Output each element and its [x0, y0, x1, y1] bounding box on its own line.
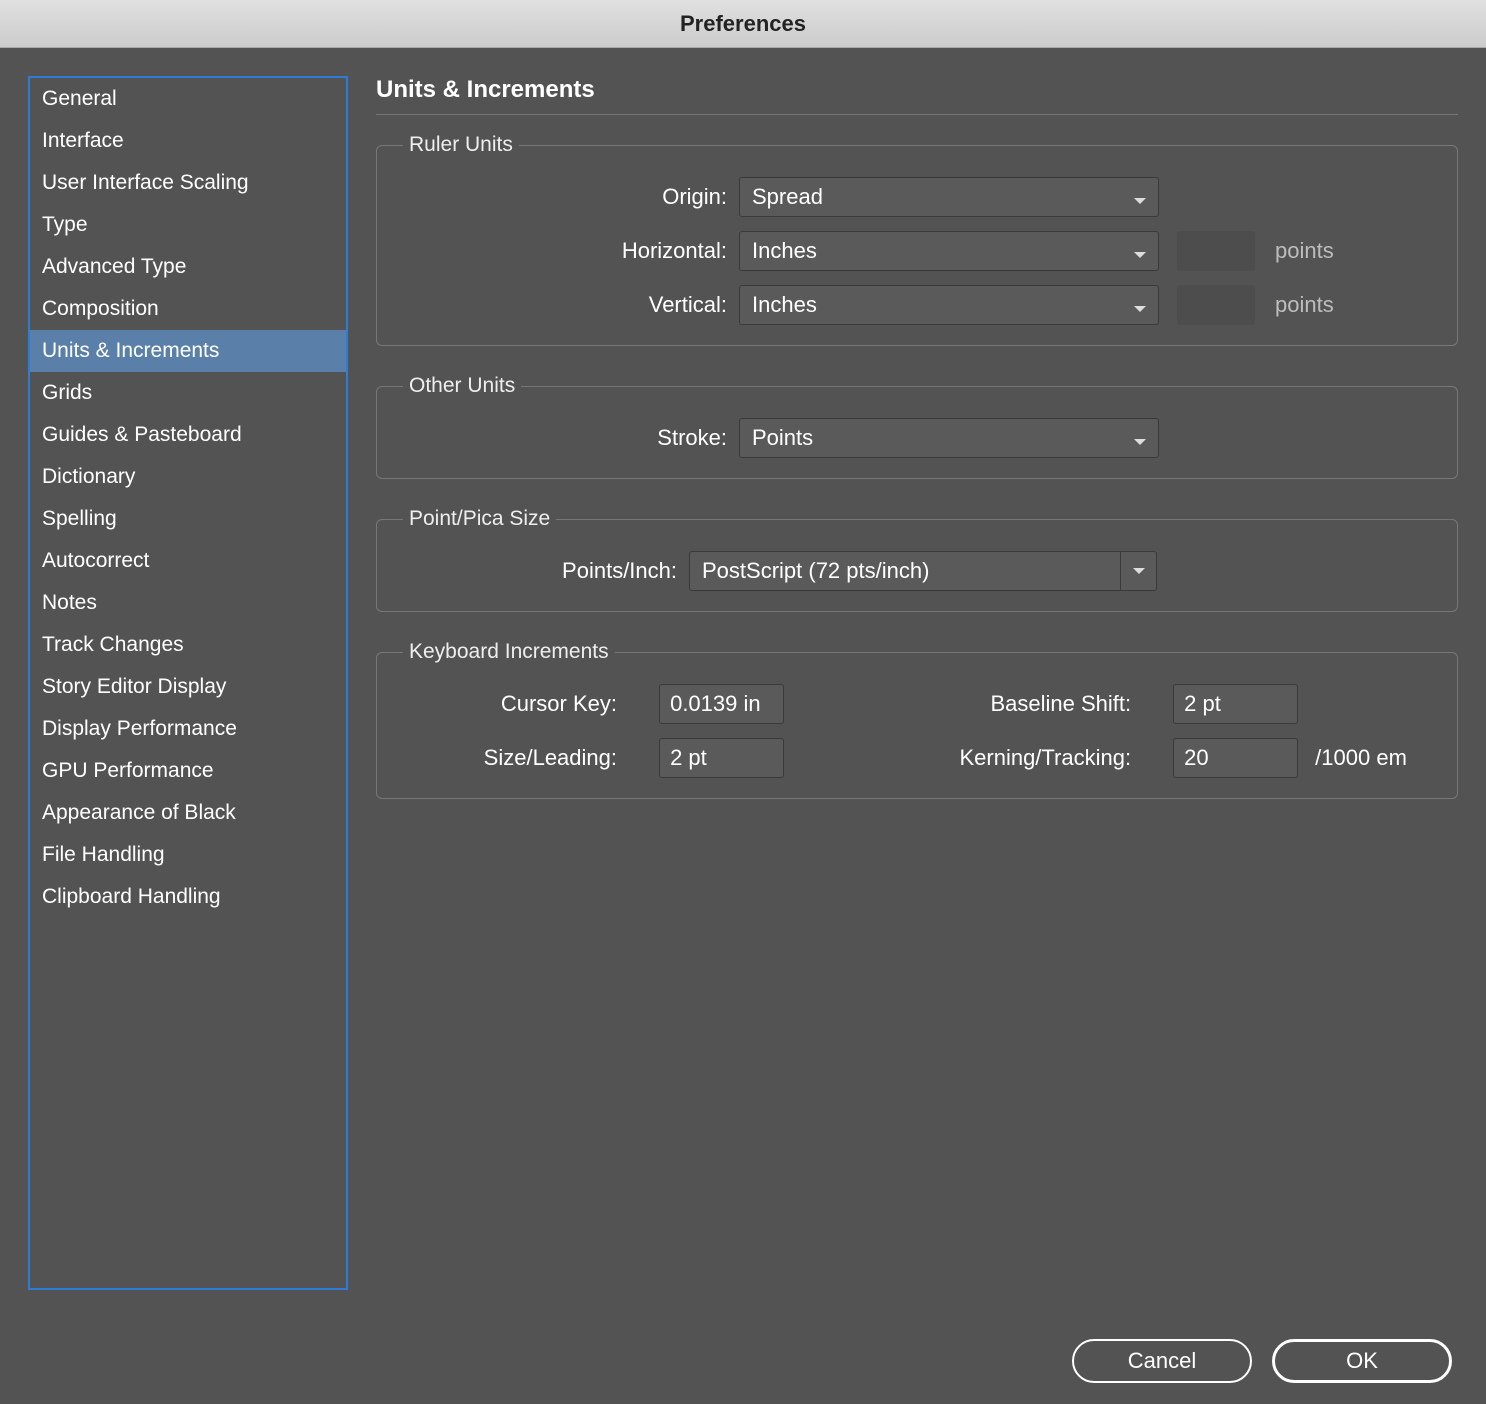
- sidebar-item-user-interface-scaling[interactable]: User Interface Scaling: [30, 162, 346, 204]
- group-point-pica: Point/Pica Size Points/Inch: PostScript …: [376, 507, 1458, 612]
- label-size-leading: Size/Leading:: [397, 745, 617, 771]
- label-cursor-key: Cursor Key:: [397, 691, 617, 717]
- sidebar-item-story-editor-display[interactable]: Story Editor Display: [30, 666, 346, 708]
- group-legend-ruler-units: Ruler Units: [403, 133, 519, 157]
- input-cursor-key[interactable]: [659, 684, 784, 724]
- group-legend-other-units: Other Units: [403, 374, 521, 398]
- window-titlebar: Preferences: [0, 0, 1486, 48]
- select-vertical-value: Inches: [752, 292, 817, 318]
- combo-points-inch[interactable]: PostScript (72 pts/inch): [689, 551, 1157, 591]
- select-stroke[interactable]: Points: [739, 418, 1159, 458]
- select-origin[interactable]: Spread: [739, 177, 1159, 217]
- chevron-down-icon: [1132, 243, 1148, 259]
- label-vertical: Vertical:: [397, 292, 727, 318]
- label-kerning-suffix: /1000 em: [1315, 745, 1437, 771]
- label-stroke: Stroke:: [397, 425, 727, 451]
- sidebar-item-track-changes[interactable]: Track Changes: [30, 624, 346, 666]
- preferences-sidebar: GeneralInterfaceUser Interface ScalingTy…: [28, 76, 348, 1290]
- chevron-down-icon: [1132, 189, 1148, 205]
- chevron-down-icon: [1132, 297, 1148, 313]
- label-kerning-tracking: Kerning/Tracking:: [851, 745, 1131, 771]
- sidebar-item-appearance-of-black[interactable]: Appearance of Black: [30, 792, 346, 834]
- select-origin-value: Spread: [752, 184, 823, 210]
- select-vertical[interactable]: Inches: [739, 285, 1159, 325]
- input-baseline-shift[interactable]: [1173, 684, 1298, 724]
- chevron-down-icon: [1132, 430, 1148, 446]
- label-horizontal-suffix: points: [1275, 238, 1334, 264]
- group-ruler-units: Ruler Units Origin: Spread Horizontal: I…: [376, 133, 1458, 346]
- input-kerning-tracking[interactable]: [1173, 738, 1298, 778]
- sidebar-item-notes[interactable]: Notes: [30, 582, 346, 624]
- select-stroke-value: Points: [752, 425, 813, 451]
- sidebar-item-gpu-performance[interactable]: GPU Performance: [30, 750, 346, 792]
- sidebar-item-grids[interactable]: Grids: [30, 372, 346, 414]
- ok-button[interactable]: OK: [1272, 1339, 1452, 1383]
- sidebar-item-advanced-type[interactable]: Advanced Type: [30, 246, 346, 288]
- cancel-button[interactable]: Cancel: [1072, 1339, 1252, 1383]
- sidebar-item-general[interactable]: General: [30, 78, 346, 120]
- sidebar-item-display-performance[interactable]: Display Performance: [30, 708, 346, 750]
- sidebar-item-guides-pasteboard[interactable]: Guides & Pasteboard: [30, 414, 346, 456]
- sidebar-item-dictionary[interactable]: Dictionary: [30, 456, 346, 498]
- select-horizontal-value: Inches: [752, 238, 817, 264]
- sidebar-item-spelling[interactable]: Spelling: [30, 498, 346, 540]
- input-horizontal-points[interactable]: [1177, 231, 1255, 271]
- sidebar-item-autocorrect[interactable]: Autocorrect: [30, 540, 346, 582]
- sidebar-item-clipboard-handling[interactable]: Clipboard Handling: [30, 876, 346, 918]
- group-legend-point-pica: Point/Pica Size: [403, 507, 556, 531]
- dialog-footer: Cancel OK: [0, 1318, 1486, 1404]
- chevron-down-icon: [1121, 551, 1157, 591]
- label-vertical-suffix: points: [1275, 292, 1334, 318]
- group-keyboard-increments: Keyboard Increments Cursor Key: Baseline…: [376, 640, 1458, 799]
- select-horizontal[interactable]: Inches: [739, 231, 1159, 271]
- label-origin: Origin:: [397, 184, 727, 210]
- page-title: Units & Increments: [376, 76, 1458, 115]
- sidebar-item-composition[interactable]: Composition: [30, 288, 346, 330]
- main-panel: Units & Increments Ruler Units Origin: S…: [376, 76, 1458, 1290]
- sidebar-item-units-increments[interactable]: Units & Increments: [30, 330, 346, 372]
- input-size-leading[interactable]: [659, 738, 784, 778]
- label-points-inch: Points/Inch:: [397, 558, 677, 584]
- group-other-units: Other Units Stroke: Points: [376, 374, 1458, 479]
- sidebar-item-interface[interactable]: Interface: [30, 120, 346, 162]
- label-horizontal: Horizontal:: [397, 238, 727, 264]
- sidebar-item-file-handling[interactable]: File Handling: [30, 834, 346, 876]
- input-vertical-points[interactable]: [1177, 285, 1255, 325]
- label-baseline-shift: Baseline Shift:: [851, 691, 1131, 717]
- window-title: Preferences: [680, 11, 806, 37]
- combo-points-inch-value: PostScript (72 pts/inch): [702, 558, 929, 584]
- group-legend-keyboard-increments: Keyboard Increments: [403, 640, 615, 664]
- sidebar-item-type[interactable]: Type: [30, 204, 346, 246]
